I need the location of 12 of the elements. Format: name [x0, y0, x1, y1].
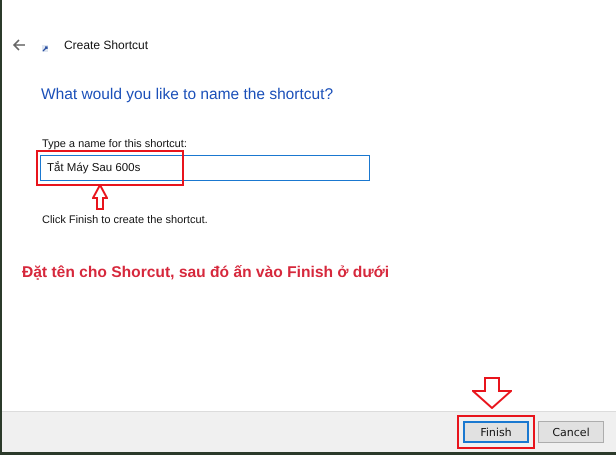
dialog-title: Create Shortcut [64, 38, 148, 52]
back-arrow-icon[interactable] [12, 39, 26, 51]
dialog-heading: What would you like to name the shortcut? [41, 86, 334, 104]
instruction-text: Click Finish to create the shortcut. [42, 214, 208, 227]
dialog-button[interactable]: Cancel [538, 421, 604, 443]
input-field[interactable]: Tắt Máy Sau 600s [40, 155, 370, 181]
up-arrow-drawing [92, 184, 108, 210]
dialog-button[interactable]: Finish [463, 421, 529, 443]
annotation-caption: Đặt tên cho Shorcut, sau đó ấn vào Finish ở dưới [22, 263, 390, 282]
field-label: Type a name for this shortcut: [42, 138, 187, 151]
shortcut-icon [42, 44, 48, 52]
down-arrow-drawing [472, 377, 512, 409]
